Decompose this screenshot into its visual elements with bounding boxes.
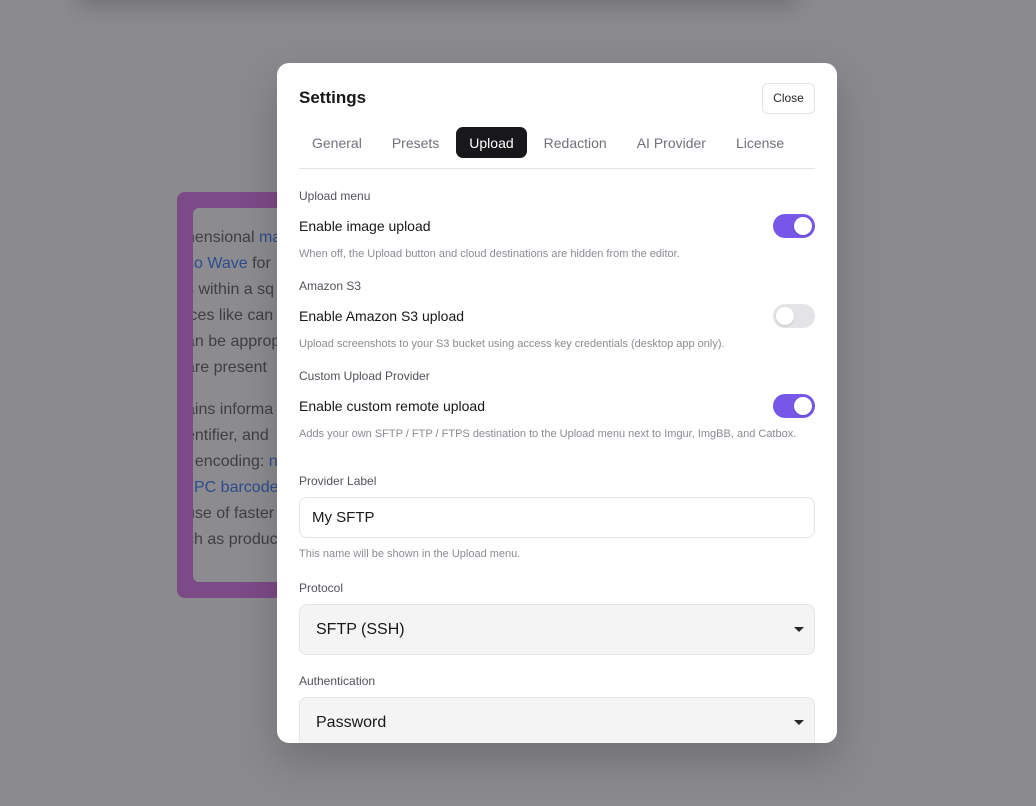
section-label: Upload menu — [299, 189, 371, 203]
toggle-label: Enable image upload — [299, 218, 431, 234]
background-text: use of faster — [193, 505, 275, 522]
background-text: f encoding: — [193, 453, 269, 470]
help-text: This name will be shown in the Upload me… — [299, 548, 521, 560]
toggle-label: Enable custom remote upload — [299, 398, 485, 414]
background-text: are present — [193, 359, 267, 376]
background-text: ch as produc — [193, 531, 278, 548]
background-text: s within a sq — [193, 281, 275, 298]
settings-modal: Settings Close General Presets Upload Re… — [277, 63, 837, 743]
modal-header: Settings Close — [299, 82, 815, 114]
chevron-down-icon — [794, 627, 804, 632]
custom-upload-toggle[interactable] — [773, 394, 815, 418]
select-value: SFTP (SSH) — [316, 621, 405, 638]
background-text: entifier, and — [193, 427, 269, 444]
provider-label-field: Provider Label This name will be shown i… — [299, 473, 815, 562]
image-upload-toggle[interactable] — [773, 214, 815, 238]
background-text: ices like can — [193, 307, 274, 324]
modal-title: Settings — [299, 88, 367, 107]
help-text: When off, the Upload button and cloud de… — [299, 248, 680, 260]
tab-redaction[interactable]: Redaction — [531, 127, 620, 158]
toggle-knob — [776, 307, 794, 325]
protocol-select[interactable]: SFTP (SSH) — [299, 604, 815, 655]
settings-tabs: General Presets Upload Redaction AI Prov… — [299, 127, 815, 169]
tab-presets[interactable]: Presets — [379, 127, 452, 158]
toggle-label: Enable Amazon S3 upload — [299, 308, 465, 324]
s3-upload-toggle[interactable] — [773, 304, 815, 328]
toggle-knob — [794, 397, 812, 415]
tab-general[interactable]: General — [299, 127, 375, 158]
help-text: Upload screenshots to your S3 bucket usi… — [299, 338, 725, 350]
authentication-field: Authentication Password — [299, 673, 815, 743]
field-label: Authentication — [299, 674, 376, 688]
toggle-row: Enable custom remote upload — [299, 392, 815, 420]
background-link: JPC barcode — [193, 479, 279, 496]
help-text: Adds your own SFTP / FTP / FTPS destinat… — [299, 428, 797, 440]
chevron-down-icon — [794, 720, 804, 725]
upload-menu-section: Upload menu Enable image upload When off… — [299, 187, 815, 262]
close-button[interactable]: Close — [762, 82, 815, 114]
custom-upload-provider-section: Custom Upload Provider Enable custom rem… — [299, 367, 815, 442]
tab-ai-provider[interactable]: AI Provider — [624, 127, 719, 158]
background-text: an be approp — [193, 333, 281, 350]
field-label: Provider Label — [299, 474, 377, 488]
toggle-row: Enable Amazon S3 upload — [299, 302, 815, 330]
tab-license[interactable]: License — [723, 127, 797, 158]
background-text: ains informa — [193, 401, 274, 418]
select-value: Password — [316, 714, 387, 731]
section-label: Amazon S3 — [299, 279, 362, 293]
background-text: for — [247, 255, 271, 272]
background-link: so Wave — [193, 255, 248, 272]
background-text: nensional — [193, 229, 259, 246]
section-label: Custom Upload Provider — [299, 369, 430, 383]
field-label: Protocol — [299, 581, 344, 595]
toggle-row: Enable image upload — [299, 212, 815, 240]
amazon-s3-section: Amazon S3 Enable Amazon S3 upload Upload… — [299, 277, 815, 352]
protocol-field: Protocol SFTP (SSH) — [299, 580, 815, 655]
tab-upload[interactable]: Upload — [456, 127, 527, 158]
provider-label-input[interactable] — [299, 497, 815, 538]
toggle-knob — [794, 217, 812, 235]
authentication-select[interactable]: Password — [299, 697, 815, 743]
